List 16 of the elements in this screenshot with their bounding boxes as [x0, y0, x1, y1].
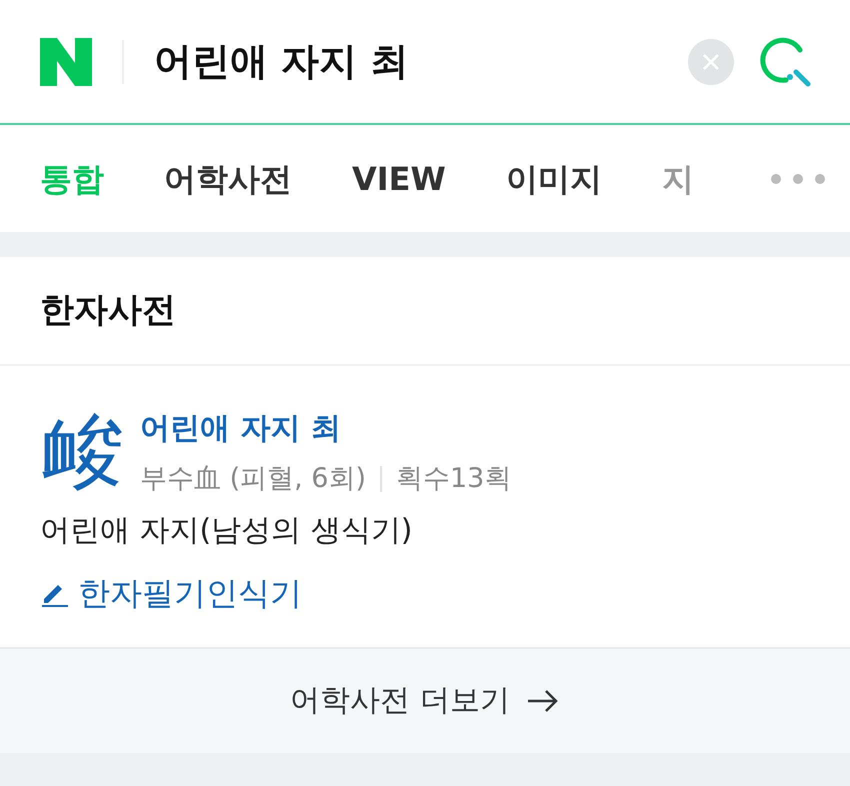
more-button[interactable]: 어학사전 더보기	[0, 646, 850, 752]
nav-tab[interactable]: 이미지	[506, 154, 602, 202]
close-icon	[701, 52, 721, 72]
nav-tab[interactable]: 어학사전	[164, 154, 292, 202]
arrow-icon	[526, 688, 560, 714]
stroke-count: 획수13획	[396, 462, 512, 496]
logo-icon[interactable]	[40, 38, 92, 86]
clear-button[interactable]	[688, 38, 734, 84]
radical-info: 부수血 (피혈, 6회)	[140, 462, 366, 496]
meaning-title[interactable]: 어린애 자지 최	[140, 406, 512, 451]
handwriting-link[interactable]: 한자필기인식기	[78, 568, 302, 616]
section-title: 한자사전	[0, 257, 850, 366]
nav-tab[interactable]: VIEW	[352, 154, 446, 202]
definition-text: 어린애 자지(남성의 생식기)	[40, 512, 414, 550]
hanja-character[interactable]: 䘒	[40, 410, 140, 495]
more-icon[interactable]	[770, 172, 826, 184]
